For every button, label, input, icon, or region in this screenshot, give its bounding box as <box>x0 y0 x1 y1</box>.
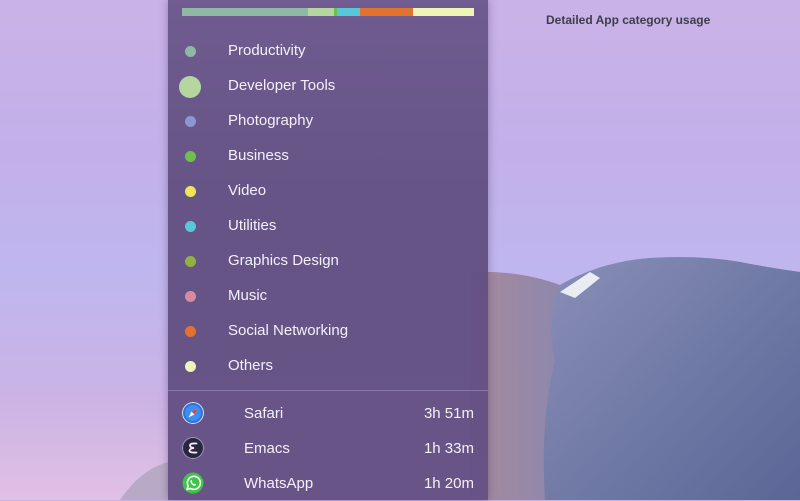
whatsapp-icon <box>182 472 204 494</box>
dot-icon <box>184 291 196 302</box>
category-label: Productivity <box>228 42 306 59</box>
usage-bar-segment <box>307 8 334 16</box>
dot-icon <box>184 221 196 232</box>
list-item-safari[interactable]: Safari 3h 51m <box>168 396 488 431</box>
list-item-whatsapp[interactable]: WhatsApp 1h 20m <box>168 466 488 501</box>
category-label: Video <box>228 182 267 199</box>
category-label: Developer Tools <box>228 77 336 94</box>
category-item[interactable]: Video <box>168 173 488 208</box>
category-item[interactable]: Utilities <box>168 208 488 243</box>
app-time: 1h 33m <box>423 440 474 457</box>
category-list: Productivity Developer Tools Photography Bu… <box>168 33 488 383</box>
app-list: Safari 3h 51m Emacs 1h 33m WhatsApp 1h 2… <box>168 396 488 501</box>
usage-bar <box>182 8 474 16</box>
app-name: Safari <box>244 405 284 422</box>
category-label: Music <box>228 287 268 304</box>
usage-bar-segment <box>182 8 308 16</box>
app-name: WhatsApp <box>244 475 314 492</box>
category-item[interactable]: Others <box>168 348 488 383</box>
category-item[interactable]: Social Networking <box>168 313 488 348</box>
app-time: 3h 51m <box>423 405 474 422</box>
divider <box>168 390 488 391</box>
category-item[interactable]: Photography <box>168 103 488 138</box>
dot-icon <box>184 186 196 197</box>
usage-panel: Productivity Developer Tools Photography Bu… <box>168 0 488 500</box>
category-item[interactable]: Graphics Design <box>168 243 488 278</box>
usage-bar-segment <box>412 8 474 16</box>
category-label: Social Networking <box>228 322 349 339</box>
safari-icon <box>182 402 204 424</box>
emacs-icon <box>182 437 204 459</box>
category-label: Utilities <box>228 217 277 234</box>
dot-icon <box>184 151 196 162</box>
app-time: 1h 20m <box>423 475 474 492</box>
dot-icon <box>184 326 196 337</box>
category-item[interactable]: Productivity <box>168 33 488 68</box>
dot-icon <box>184 116 196 127</box>
list-item-emacs[interactable]: Emacs 1h 33m <box>168 431 488 466</box>
usage-bar-segment <box>336 8 361 16</box>
category-label: Graphics Design <box>228 252 339 269</box>
category-label: Photography <box>228 112 314 129</box>
dot-icon <box>184 256 196 267</box>
category-item[interactable]: Business <box>168 138 488 173</box>
dot-icon <box>184 361 196 372</box>
dot-icon <box>184 46 196 57</box>
category-item[interactable]: Developer Tools <box>168 68 488 103</box>
app-name: Emacs <box>244 440 290 457</box>
category-item[interactable]: Music <box>168 278 488 313</box>
category-label: Others <box>228 357 274 374</box>
caption-text: Detailed App category usage <box>546 13 711 27</box>
category-label: Business <box>228 147 289 164</box>
dot-icon <box>179 75 201 98</box>
usage-bar-segment <box>360 8 413 16</box>
